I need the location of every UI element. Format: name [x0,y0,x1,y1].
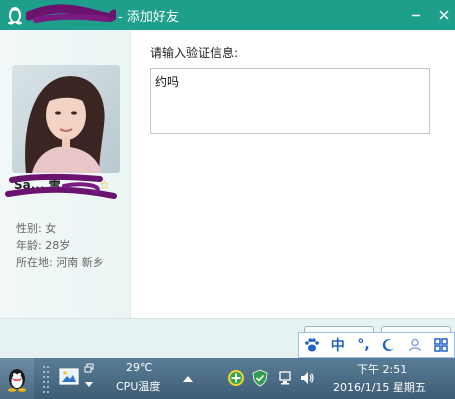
close-icon [439,10,449,20]
shield-icon [252,369,268,387]
chevron-up-icon [183,376,193,382]
clock-date[interactable]: 2016/1/15 星期五 [333,379,426,395]
verify-message-input[interactable]: 约吗 [150,68,430,134]
clock-time[interactable]: 下午 2:51 [357,361,407,377]
paw-icon [305,338,319,352]
star-icon: ☆ [99,178,110,192]
volume-icon [301,372,314,384]
qq-taskbar-button[interactable] [0,358,34,399]
qq-penguin-icon [8,7,22,25]
minimize-button[interactable] [402,0,430,30]
ime-chinese-toggle[interactable]: 中 [325,333,351,357]
plus-shield-icon [228,370,244,386]
taskbar: 29℃ CPU温度 下午 2:51 2016/1/15 星期五 [0,358,455,399]
cpu-temperature-label: CPU温度 [116,380,161,393]
taskbar-grip [43,366,49,393]
ime-toolbar: 中 °, [298,332,455,358]
redaction-scribble [26,4,116,23]
gender-text: 性别: 女 [16,222,57,235]
volume-tray-button[interactable] [298,369,316,387]
restore-button[interactable] [82,361,96,375]
avatar[interactable] [12,65,120,173]
network-tray-button[interactable] [276,369,294,387]
network-icon [279,371,291,385]
age-text: 年龄: 28岁 [16,239,71,252]
shield-tray-button[interactable] [251,369,269,387]
show-hidden-icons-button[interactable] [181,372,195,386]
add-friend-window: - 添加好友 Sa... 雪 ☆ 性别: 女 年龄: 28岁 所在地: 河南 新… [0,0,455,359]
verify-label: 请输入验证信息: [150,46,239,60]
cpu-temperature-value: 29℃ [126,361,153,374]
ime-skin-button[interactable] [299,333,325,357]
close-button[interactable] [430,0,455,30]
picture-icon [59,368,79,385]
ime-punctuation-toggle[interactable]: °, [351,333,377,357]
expand-button[interactable] [82,378,96,392]
ime-halfwidth-toggle[interactable] [376,333,402,357]
profile-panel: Sa... 雪 ☆ 性别: 女 年龄: 28岁 所在地: 河南 新乡 [0,30,131,326]
qq-penguin-icon [8,368,26,392]
ime-menu-button[interactable] [428,333,454,357]
user-icon [409,338,422,352]
picture-app-button[interactable] [58,366,80,388]
location-text: 所在地: 河南 新乡 [16,256,104,269]
security-tray-button[interactable] [227,369,245,387]
grid-icon [434,338,448,352]
minimize-icon [412,14,420,17]
restore-icon [84,363,94,373]
window-title: - 添加好友 [118,10,179,25]
ime-account-button[interactable] [402,333,428,357]
caret-down-icon [85,382,93,387]
moon-icon [383,339,395,352]
title-bar[interactable]: - 添加好友 [0,0,455,30]
